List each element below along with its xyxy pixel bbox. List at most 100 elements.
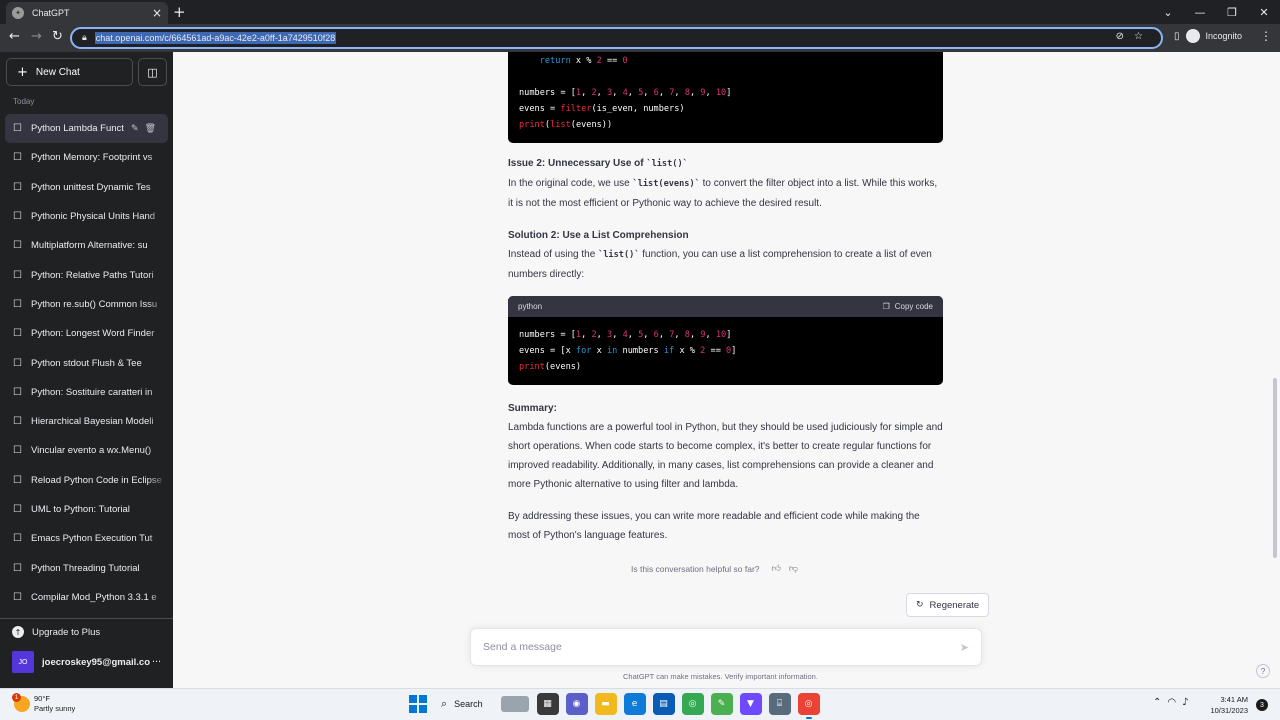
- chat-history-label: Python: Relative Paths Tutori: [31, 269, 154, 281]
- file-explorer-icon[interactable]: ▬: [594, 693, 617, 715]
- chat-history-item[interactable]: ☐ Python: Longest Word Finder: [5, 319, 168, 348]
- code-line: numbers = [1, 2, 3, 4, 5, 6, 7, 8, 9, 10…: [519, 88, 732, 98]
- issue2-paragraph: In the original code, we use `list(evens…: [508, 174, 943, 213]
- user-menu[interactable]: JO joecroskey95@gmail.co ···: [0, 645, 173, 679]
- clipboard-icon: ❐: [882, 301, 890, 311]
- notepad-plus-icon[interactable]: ✎: [710, 693, 733, 715]
- paragraph-text: In the original code, we use: [508, 178, 633, 189]
- chat-history-item[interactable]: ☐ Hierarchical Bayesian Modeli: [5, 407, 168, 436]
- clock-time: 3:41 AM: [1220, 695, 1248, 704]
- upgrade-icon: ↑: [12, 626, 24, 638]
- browser-toolbar: ← → ↻ 🔒︎ chat.openai.com/c/664561ad-a9ac…: [0, 24, 1280, 52]
- chat-history-item[interactable]: ☐ Python: Relative Paths Tutori: [5, 260, 168, 289]
- clock-date: 10/31/2023: [1210, 706, 1248, 715]
- system-tray[interactable]: ⌃◠♪: [1153, 697, 1195, 708]
- regenerate-button[interactable]: ↻ Regenerate: [906, 593, 990, 617]
- chat-history-item[interactable]: ☐ Emacs Python Execution Tut: [5, 524, 168, 553]
- chat-history-label: Hierarchical Bayesian Modeli: [31, 416, 154, 428]
- windows-start-icon[interactable]: [409, 695, 427, 713]
- sidepanel-icon[interactable]: ▯: [1174, 31, 1180, 42]
- thumbs-down-icon[interactable]: 👎︎: [789, 564, 798, 574]
- chat-history-item[interactable]: ☐ Python stdout Flush & Tee: [5, 348, 168, 377]
- chat-history-label: Reload Python Code in Eclipse: [31, 474, 162, 486]
- chat-history-list: ☐ Python Lambda Funct ✎🗑︎ ☐ Python Memory: …: [5, 114, 168, 612]
- chat-history-item[interactable]: ☐ Python unittest Dynamic Tes: [5, 173, 168, 202]
- browser-menu-icon[interactable]: ⋮: [1260, 29, 1272, 43]
- minimize-button[interactable]: —: [1184, 6, 1216, 19]
- weather-widget[interactable]: 1 90°F Partly sunny: [12, 693, 75, 714]
- omnibox-actions[interactable]: ⊘☆: [1116, 31, 1153, 42]
- edge-browser-icon[interactable]: e: [623, 693, 646, 715]
- scrollbar[interactable]: [1273, 378, 1277, 558]
- heading-text: Issue 2: Unnecessary Use of: [508, 158, 647, 169]
- chat-history-label: Multiplatform Alternative: su: [31, 240, 148, 252]
- chat-app-icon[interactable]: ◉: [565, 693, 588, 715]
- lock-icon[interactable]: 🔒︎: [82, 33, 87, 43]
- new-chat-button[interactable]: + New Chat: [6, 58, 133, 86]
- chrome-icon[interactable]: ◎: [681, 693, 704, 715]
- url-text[interactable]: chat.openai.com/c/664561ad-a9ac-42e2-a0f…: [94, 32, 337, 44]
- bookmark-star-icon[interactable]: ☆: [1134, 31, 1153, 42]
- code-block: python ❐ Copy code numbers = [1, 2, 3, 4,…: [508, 296, 943, 385]
- clock[interactable]: 3:41 AM 10/31/2023: [1208, 694, 1248, 716]
- network-app-icon[interactable]: ⌸: [768, 693, 791, 715]
- upgrade-button[interactable]: ↑ Upgrade to Plus: [0, 619, 173, 645]
- browser-tabbar: ✦ ChatGPT × + ⌄ — ❐ ✕: [0, 0, 1280, 24]
- incognito-indicator[interactable]: ▯ Incognito: [1174, 29, 1242, 43]
- more-icon[interactable]: ···: [152, 657, 161, 668]
- chat-history-item[interactable]: ☐ Reload Python Code in Eclipse: [5, 466, 168, 495]
- chat-history-item[interactable]: ☐ Python: Sostituire caratteri in: [5, 378, 168, 407]
- forward-button[interactable]: →: [31, 29, 42, 44]
- chat-bubble-icon: ☐: [13, 181, 22, 193]
- volume-icon[interactable]: ♪: [1182, 697, 1194, 708]
- chat-history-item[interactable]: ☐ Python Threading Tutorial: [5, 553, 168, 582]
- taskbar-search[interactable]: ⌕ Search: [439, 693, 529, 715]
- task-view-icon[interactable]: ▦: [536, 693, 559, 715]
- close-window-button[interactable]: ✕: [1248, 6, 1280, 19]
- reload-button[interactable]: ↻: [52, 29, 63, 44]
- inline-code: `list(evens)`: [632, 179, 700, 189]
- chat-bubble-icon: ☐: [13, 474, 22, 486]
- chat-history-item[interactable]: ☐ Compilar Mod_Python 3.3.1 e: [5, 583, 168, 612]
- thumbs-up-icon[interactable]: 👍︎: [772, 564, 781, 574]
- edit-icon[interactable]: ✎: [131, 124, 145, 134]
- chat-history-item[interactable]: ☐ Python re.sub() Common Issu: [5, 290, 168, 319]
- close-tab-icon[interactable]: ×: [152, 7, 162, 19]
- message-input[interactable]: [483, 641, 960, 653]
- user-email: joecroskey95@gmail.co: [42, 656, 151, 668]
- chat-bubble-icon: ☐: [13, 211, 22, 223]
- chat-history-item[interactable]: ☐ UML to Python: Tutorial: [5, 495, 168, 524]
- new-tab-button[interactable]: +: [173, 3, 186, 21]
- refresh-icon: ↻: [916, 600, 924, 610]
- back-button[interactable]: ←: [9, 29, 20, 44]
- conversation-pane: return x % 2 == 0 numbers = [1, 2, 3, 4,…: [173, 52, 1280, 688]
- code-header: python ❐ Copy code: [508, 296, 943, 317]
- chrome-active-icon[interactable]: ◎: [797, 693, 820, 719]
- send-icon[interactable]: ➤: [960, 641, 969, 654]
- code-line: evens = filter(is_even, numbers): [519, 104, 685, 114]
- chat-history-item[interactable]: ☐ Multiplatform Alternative: su: [5, 231, 168, 260]
- eye-off-icon[interactable]: ⊘: [1116, 31, 1134, 42]
- chat-history-item[interactable]: ☐ Vincular evento a wx.Menu(): [5, 436, 168, 465]
- notification-badge[interactable]: 3: [1256, 699, 1268, 711]
- address-bar[interactable]: 🔒︎ chat.openai.com/c/664561ad-a9ac-42e2-…: [70, 27, 1163, 49]
- chat-history-item[interactable]: ☐ Pythonic Physical Units Hand: [5, 202, 168, 231]
- sidebar-toggle-button[interactable]: ◫: [138, 58, 167, 86]
- vpn-app-icon[interactable]: ▼: [739, 693, 762, 715]
- tab-search-icon[interactable]: ⌄: [1152, 6, 1184, 19]
- chevron-up-icon[interactable]: ⌃: [1153, 697, 1167, 708]
- store-icon[interactable]: ▤: [652, 693, 675, 715]
- code-line: return x % 2 == 0: [539, 56, 628, 66]
- closing-paragraph: By addressing these issues, you can writ…: [508, 511, 920, 541]
- copy-code-button[interactable]: ❐ Copy code: [883, 299, 933, 315]
- code-line: print(evens): [519, 362, 582, 372]
- chat-history-label: UML to Python: Tutorial: [31, 504, 130, 515]
- browser-tab[interactable]: ✦ ChatGPT ×: [6, 2, 168, 24]
- help-button[interactable]: ?: [1256, 664, 1270, 678]
- restore-button[interactable]: ❐: [1216, 6, 1248, 19]
- delete-icon[interactable]: 🗑︎: [145, 124, 162, 134]
- chat-history-item[interactable]: ☐ Python Lambda Funct ✎🗑︎: [5, 114, 168, 144]
- chat-history-item[interactable]: ☐ Python Memory: Footprint vs: [5, 143, 168, 172]
- summary-heading: Summary:: [508, 403, 557, 414]
- wifi-icon[interactable]: ◠: [1167, 697, 1182, 708]
